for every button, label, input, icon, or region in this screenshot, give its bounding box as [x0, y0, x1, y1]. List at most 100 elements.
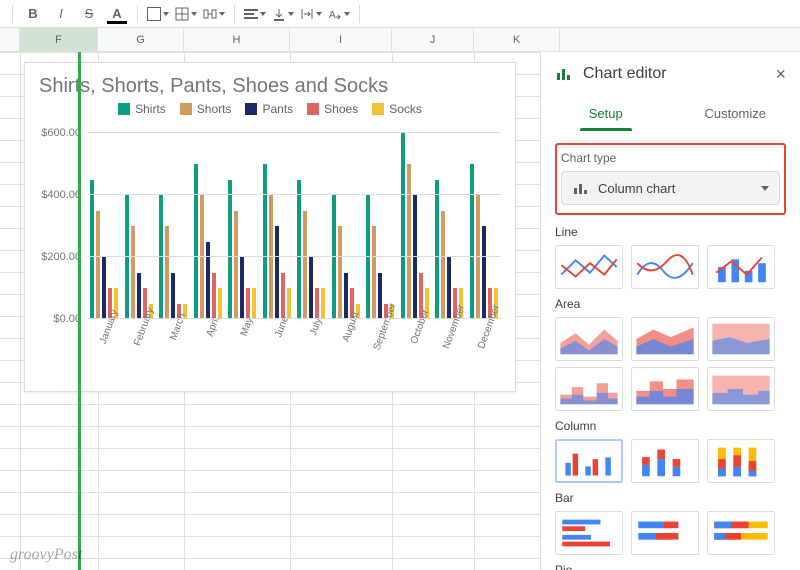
legend-swatch	[180, 103, 192, 115]
legend-item: Shorts	[180, 102, 232, 116]
bar	[447, 257, 451, 319]
bar-group: October	[398, 133, 433, 319]
legend-swatch	[307, 103, 319, 115]
bold-button[interactable]: B	[21, 2, 45, 26]
chart-editor-icon	[555, 65, 573, 83]
bar	[90, 180, 94, 320]
column-header[interactable]: J	[392, 28, 474, 51]
bar-group: January	[87, 133, 122, 319]
bar	[269, 195, 273, 319]
y-axis-tick: $400.00	[41, 189, 81, 201]
bar	[165, 226, 169, 319]
chart-plot-area: JanuaryFebruaryMarchAprilMayJuneJulyAugu…	[87, 133, 501, 319]
tab-customize[interactable]: Customize	[671, 96, 800, 131]
italic-button[interactable]: I	[49, 2, 73, 26]
sidebar-body: Chart type Column chart Line Area	[541, 131, 800, 570]
borders-icon	[175, 7, 189, 21]
bar	[131, 226, 135, 319]
chart-option-column-100[interactable]	[707, 439, 775, 483]
borders-button[interactable]	[174, 2, 198, 26]
chart-option-bar-stacked[interactable]	[631, 511, 699, 555]
column-header[interactable]: K	[474, 28, 560, 51]
chart-legend: ShirtsShortsPantsShoesSocks	[25, 102, 515, 122]
sidebar-title: Chart editor	[583, 65, 667, 83]
bar	[338, 226, 342, 319]
x-axis-tick: December	[476, 303, 502, 350]
y-axis-tick: $600.00	[41, 127, 81, 139]
chart-option-area-stepped-stacked[interactable]	[631, 367, 699, 411]
chart-option-area-basic[interactable]	[555, 317, 623, 361]
bar	[263, 164, 267, 319]
chart-option-line-smooth[interactable]	[631, 245, 699, 289]
bar	[171, 273, 175, 320]
chart-option-area-stepped-100[interactable]	[707, 367, 775, 411]
chart-option-bar-100[interactable]	[707, 511, 775, 555]
close-sidebar-button[interactable]: ×	[775, 64, 786, 85]
bar	[275, 226, 279, 319]
horizontal-align-button[interactable]	[243, 2, 267, 26]
bar	[194, 164, 198, 319]
toolbar-separator	[137, 5, 138, 23]
column-header[interactable]: G	[98, 28, 184, 51]
bar	[234, 211, 238, 320]
category-column-label: Column	[555, 419, 786, 433]
tab-setup[interactable]: Setup	[541, 96, 671, 131]
vertical-align-button[interactable]	[271, 2, 295, 26]
chart-type-value: Column chart	[598, 181, 675, 196]
embedded-chart[interactable]: Shirts, Shorts, Pants, Shoes and Socks S…	[24, 62, 516, 392]
strikethrough-button[interactable]: S	[77, 2, 101, 26]
legend-item: Shoes	[307, 102, 358, 116]
bar	[413, 195, 417, 319]
bar	[297, 180, 301, 320]
bar-group: August	[329, 133, 364, 319]
bar-group: July	[294, 133, 329, 319]
text-wrapping-button[interactable]	[299, 2, 323, 26]
chart-option-column-basic[interactable]	[555, 439, 623, 483]
text-rotation-button[interactable]: A	[327, 2, 351, 26]
chart-option-line-basic[interactable]	[555, 245, 623, 289]
fill-color-button[interactable]	[146, 2, 170, 26]
merge-icon	[203, 7, 217, 21]
svg-text:A: A	[329, 10, 336, 21]
y-axis-tick: $0.00	[53, 313, 81, 325]
freeze-line	[78, 52, 81, 570]
column-header[interactable]: I	[290, 28, 392, 51]
x-axis-tick: May	[239, 316, 256, 338]
column-header[interactable]: H	[184, 28, 290, 51]
sidebar-tabs: Setup Customize	[541, 96, 800, 131]
bar	[246, 288, 250, 319]
chart-type-dropdown[interactable]: Column chart	[561, 171, 780, 205]
spreadsheet-area[interactable]: Shirts, Shorts, Pants, Shoes and Socks S…	[0, 52, 540, 570]
bar	[309, 257, 313, 319]
chart-option-area-stacked[interactable]	[631, 317, 699, 361]
bar-group: December	[467, 133, 502, 319]
bar	[102, 257, 106, 319]
legend-item: Pants	[245, 102, 293, 116]
chart-option-combo[interactable]	[707, 245, 775, 289]
legend-swatch	[118, 103, 130, 115]
chart-option-area-stepped[interactable]	[555, 367, 623, 411]
text-color-button[interactable]: A	[105, 2, 129, 26]
category-line-label: Line	[555, 225, 786, 239]
legend-swatch	[372, 103, 384, 115]
chart-option-bar-basic[interactable]	[555, 511, 623, 555]
toolbar-separator	[234, 5, 235, 23]
bar	[366, 195, 370, 319]
column-header[interactable]: F	[20, 28, 98, 51]
bar	[137, 273, 141, 320]
sidebar-header: Chart editor ×	[541, 52, 800, 96]
bar	[401, 133, 405, 319]
bar	[344, 273, 348, 320]
x-axis-tick: November	[441, 303, 467, 350]
bar	[240, 257, 244, 319]
chart-option-area-100[interactable]	[707, 317, 775, 361]
legend-label: Shorts	[197, 102, 232, 116]
bar	[287, 288, 291, 319]
bar	[218, 288, 222, 319]
category-bar-label: Bar	[555, 491, 786, 505]
fill-color-icon	[147, 7, 161, 21]
legend-label: Socks	[389, 102, 422, 116]
merge-cells-button[interactable]	[202, 2, 226, 26]
chart-option-column-stacked[interactable]	[631, 439, 699, 483]
x-axis-tick: February	[132, 306, 156, 347]
